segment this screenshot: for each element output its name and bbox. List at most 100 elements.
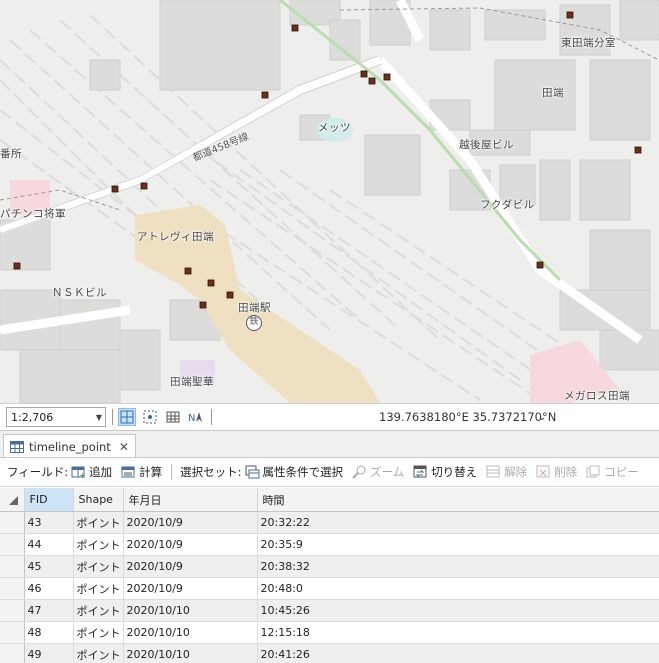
cell-shape[interactable]: ポイント	[73, 533, 124, 556]
switch-selection-button[interactable]: 切り替え	[413, 464, 477, 480]
cell-fid[interactable]: 46	[24, 577, 74, 600]
add-field-icon: +	[71, 465, 86, 479]
map-label-tabata: 田端	[542, 87, 564, 99]
snapping-icon[interactable]	[141, 408, 159, 426]
clear-selection-label: 解除	[504, 465, 528, 479]
cell-fid[interactable]: 49	[24, 643, 74, 663]
map-label-police: 番所	[0, 148, 22, 160]
cell-time[interactable]: 10:45:26	[257, 599, 659, 622]
cell-date[interactable]: 2020/10/10	[123, 621, 258, 644]
table-row[interactable]: 49 ポイント 2020/10/10 20:41:26	[0, 643, 659, 663]
scale-value: 1:2,706	[11, 410, 54, 424]
map-label-mets: メッツ	[318, 122, 351, 134]
cell-date[interactable]: 2020/10/9	[123, 555, 258, 578]
select-by-attribute-button[interactable]: 属性条件で選択	[245, 464, 343, 480]
row-selector[interactable]	[0, 599, 25, 622]
chevron-down-icon: ▼	[95, 412, 102, 422]
scale-select[interactable]: 1:2,706 ▼	[6, 407, 106, 427]
zoom-icon	[352, 465, 367, 479]
copy-button[interactable]: コピー	[586, 464, 639, 480]
clear-selection-button[interactable]: 解除	[486, 464, 527, 480]
zoom-button[interactable]: ズーム	[352, 464, 404, 480]
table-header-row: FID Shape 年月日 時間	[0, 488, 659, 512]
cell-shape[interactable]: ポイント	[73, 555, 124, 578]
table-toolbar: フィールド: + 追加 計算 選択セット: 属性条件で選択 ズーム 切り替え 解…	[0, 457, 659, 487]
cell-shape[interactable]: ポイント	[73, 643, 124, 663]
column-header-fid[interactable]: FID	[24, 488, 74, 512]
train-station-icon: 鉄	[246, 315, 262, 331]
cell-fid[interactable]: 47	[24, 599, 74, 622]
separator	[211, 409, 212, 425]
table-row[interactable]: 46 ポイント 2020/10/9 20:48:0	[0, 577, 659, 600]
cell-fid[interactable]: 45	[24, 555, 74, 578]
calculator-icon	[121, 465, 136, 479]
clear-selection-icon	[486, 465, 501, 479]
cell-shape[interactable]: ポイント	[73, 599, 124, 622]
cell-date[interactable]: 2020/10/9	[123, 533, 258, 556]
table-row[interactable]: 47 ポイント 2020/10/10 10:45:26	[0, 599, 659, 622]
tab-label: timeline_point	[29, 439, 111, 454]
table-row[interactable]: 44 ポイント 2020/10/9 20:35:9	[0, 533, 659, 556]
coordinate-readout: 139.7638180°E 35.7372170°N	[379, 410, 557, 424]
cell-time[interactable]: 12:15:18	[257, 621, 659, 644]
row-selector[interactable]	[0, 643, 25, 663]
cell-date[interactable]: 2020/10/10	[123, 643, 258, 663]
basemap	[0, 0, 659, 403]
cell-date[interactable]: 2020/10/9	[123, 577, 258, 600]
row-selector[interactable]	[0, 533, 25, 556]
map-label-seika: 田端聖華	[170, 376, 214, 388]
map-view[interactable]: 東田端分室 田端 越後屋ビル フクダビル メッツ アトレヴィ田端 ＮＳＫビル パ…	[0, 0, 659, 403]
chevron-down-icon[interactable]: ⌄	[538, 404, 546, 431]
column-header-date[interactable]: 年月日	[123, 488, 258, 512]
row-selector[interactable]	[0, 511, 25, 534]
attribute-table[interactable]: FID Shape 年月日 時間 43 ポイント 2020/10/9 20:32…	[0, 488, 659, 663]
separator	[112, 409, 113, 425]
add-field-button[interactable]: + 追加	[71, 464, 112, 480]
grid-snap-icon[interactable]	[118, 408, 136, 426]
copy-label: コピー	[604, 465, 639, 479]
delete-button[interactable]: 削除	[536, 464, 577, 480]
tab-timeline-point[interactable]: timeline_point ✕	[3, 434, 136, 458]
svg-text:+: +	[79, 471, 86, 479]
table-row[interactable]: 43 ポイント 2020/10/9 20:32:22	[0, 511, 659, 534]
column-header-shape[interactable]: Shape	[73, 488, 124, 512]
calculate-field-button[interactable]: 計算	[121, 464, 162, 480]
north-arrow-icon[interactable]: N	[187, 408, 205, 426]
cell-time[interactable]: 20:32:22	[257, 511, 659, 534]
delete-icon	[536, 465, 551, 479]
table-row[interactable]: 45 ポイント 2020/10/9 20:38:32	[0, 555, 659, 578]
field-label: フィールド:	[7, 465, 69, 479]
cell-shape[interactable]: ポイント	[73, 621, 124, 644]
map-label-higashi-tabata: 東田端分室	[561, 37, 616, 49]
close-icon[interactable]: ✕	[119, 440, 129, 454]
selection-label: 選択セット:	[180, 465, 242, 479]
cell-shape[interactable]: ポイント	[73, 511, 124, 534]
select-by-attribute-icon	[245, 465, 260, 479]
cell-date[interactable]: 2020/10/9	[123, 511, 258, 534]
table-tab-strip: timeline_point ✕	[0, 430, 659, 458]
row-selector[interactable]	[0, 577, 25, 600]
cell-time[interactable]: 20:38:32	[257, 555, 659, 578]
row-selector[interactable]	[0, 621, 25, 644]
table-grid-icon[interactable]	[164, 408, 182, 426]
svg-text:N: N	[188, 413, 195, 424]
map-label-nsk: ＮＳＫビル	[52, 287, 107, 299]
add-field-label: 追加	[89, 465, 113, 479]
row-selector[interactable]	[0, 555, 25, 578]
map-label-pachinko: パチンコ将軍	[0, 208, 66, 220]
select-all-corner[interactable]	[0, 488, 25, 512]
cell-time[interactable]: 20:35:9	[257, 533, 659, 556]
cell-fid[interactable]: 44	[24, 533, 74, 556]
cell-time[interactable]: 20:48:0	[257, 577, 659, 600]
calculate-field-label: 計算	[139, 465, 163, 479]
cell-date[interactable]: 2020/10/10	[123, 599, 258, 622]
column-header-time[interactable]: 時間	[257, 488, 659, 512]
cell-shape[interactable]: ポイント	[73, 577, 124, 600]
cell-time[interactable]: 20:41:26	[257, 643, 659, 663]
map-label-station: 田端駅	[238, 302, 271, 314]
map-label-megalos: メガロス田端	[564, 390, 630, 402]
table-row[interactable]: 48 ポイント 2020/10/10 12:15:18	[0, 621, 659, 644]
cell-fid[interactable]: 43	[24, 511, 74, 534]
cell-fid[interactable]: 48	[24, 621, 74, 644]
map-label-echigoya: 越後屋ビル	[459, 139, 514, 151]
